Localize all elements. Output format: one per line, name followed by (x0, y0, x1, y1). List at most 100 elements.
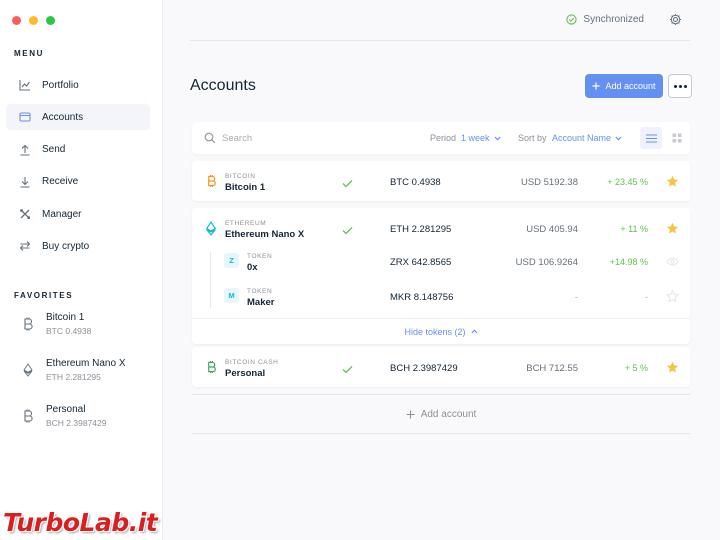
synced-check-icon (342, 222, 353, 240)
window-controls (12, 16, 55, 25)
token-balance: ZRX 642.8565 (390, 257, 452, 268)
sort-select[interactable]: Account Name (552, 133, 622, 143)
sync-status[interactable]: Synchronized (566, 14, 644, 25)
list-icon (645, 133, 657, 143)
account-countervalue: USD 405.94 (526, 224, 578, 235)
token-label: TOKEN (247, 288, 273, 295)
sidebar-item-label: Send (42, 144, 66, 156)
hide-tokens-label: Hide tokens (2) (404, 326, 466, 337)
star-icon[interactable] (666, 175, 679, 188)
page-title: Accounts (190, 77, 256, 94)
arrow-up-icon (19, 144, 31, 156)
token-balance: MKR 8.148756 (390, 292, 454, 303)
sidebar: MENU Portfolio Accounts Send Receive Man… (0, 0, 163, 540)
grid-view-toggle[interactable] (666, 127, 688, 149)
bitcoin-icon (20, 317, 36, 331)
sidebar-item-send[interactable]: Send (6, 137, 150, 163)
settings-button[interactable] (669, 13, 682, 31)
add-account-button-label: Add account (605, 81, 656, 91)
star-icon[interactable] (666, 222, 679, 235)
bitcoin-cash-icon (20, 409, 36, 423)
search-icon (204, 131, 216, 149)
account-card-personal[interactable]: BITCOIN CASH Personal BCH 2.3987429 BCH … (192, 347, 690, 387)
account-balance: BCH 2.3987429 (390, 363, 458, 374)
account-change: + 11 % (620, 224, 648, 234)
favorite-name: Bitcoin 1 (46, 312, 85, 323)
star-icon[interactable] (666, 361, 679, 374)
arrow-down-icon (19, 176, 31, 188)
ethereum-icon (20, 363, 36, 377)
account-row[interactable]: BITCOIN Bitcoin 1 BTC 0.4938 USD 5192.38… (192, 161, 690, 201)
favorite-balance: BTC 0.4938 (46, 326, 92, 336)
search-input[interactable] (222, 130, 372, 146)
sort-label: Sort by (518, 133, 547, 143)
watermark-logo: TurboLab.it (3, 508, 158, 537)
favorite-account-personal[interactable]: Personal BCH 2.3987429 (20, 403, 126, 449)
sidebar-item-portfolio[interactable]: Portfolio (6, 72, 150, 98)
sidebar-item-receive[interactable]: Receive (6, 169, 150, 195)
bitcoin-cash-icon (204, 360, 218, 374)
account-row[interactable]: BITCOIN CASH Personal BCH 2.3987429 BCH … (192, 347, 690, 387)
add-account-button[interactable]: Add account (585, 74, 663, 98)
token-name: 0x (247, 262, 258, 273)
list-view-toggle[interactable] (640, 127, 662, 149)
period-label: Period (430, 133, 457, 143)
account-name: Bitcoin 1 (225, 182, 266, 193)
account-card-bitcoin-1[interactable]: BITCOIN Bitcoin 1 BTC 0.4938 USD 5192.38… (192, 161, 690, 201)
token-badge-icon: Z (224, 253, 239, 268)
sidebar-item-accounts[interactable]: Accounts (6, 104, 150, 131)
exchange-icon (19, 240, 31, 252)
token-change: +14.98 % (609, 257, 648, 267)
token-change: - (645, 292, 648, 302)
grid-icon (672, 133, 682, 143)
tools-icon (19, 208, 31, 220)
sync-status-label: Synchronized (583, 14, 644, 25)
maximize-window-button[interactable] (46, 16, 55, 25)
dot-icon (683, 84, 687, 88)
account-currency: BITCOIN CASH (225, 359, 279, 366)
wallet-icon (19, 111, 31, 123)
add-account-link[interactable]: Add account (192, 394, 690, 434)
favorite-account-bitcoin-1[interactable]: Bitcoin 1 BTC 0.4938 (20, 311, 126, 357)
sidebar-item-label: Buy crypto (42, 240, 90, 252)
sidebar-item-buy-crypto[interactable]: Buy crypto (6, 233, 150, 259)
token-row-maker[interactable]: M TOKEN Maker MKR 8.148756 - - (192, 276, 690, 316)
hide-tokens-button[interactable]: Hide tokens (2) (192, 318, 690, 344)
more-options-button[interactable] (668, 74, 692, 98)
bitcoin-icon (204, 174, 218, 188)
token-countervalue: - (574, 292, 578, 303)
account-countervalue: USD 5192.38 (520, 177, 578, 188)
minimize-window-button[interactable] (29, 16, 38, 25)
account-balance: BTC 0.4938 (390, 177, 441, 188)
token-countervalue: USD 106.9264 (515, 257, 578, 268)
chevron-up-icon (470, 329, 478, 334)
period-select[interactable]: 1 week (461, 133, 501, 143)
favorites-section-title: FAVORITES (14, 291, 74, 300)
favorite-account-ethereum-nano-x[interactable]: Ethereum Nano X ETH 2.281295 (20, 357, 126, 403)
token-badge-icon: M (224, 288, 239, 303)
account-currency: ETHEREUM (225, 220, 267, 227)
close-window-button[interactable] (12, 16, 21, 25)
account-name: Ethereum Nano X (225, 229, 305, 240)
synced-check-icon (342, 175, 353, 193)
chart-line-icon (19, 79, 31, 91)
gear-icon (670, 14, 681, 25)
sidebar-item-label: Portfolio (42, 79, 79, 91)
period-select-value: 1 week (461, 133, 490, 143)
chevron-down-icon (493, 136, 501, 140)
plus-icon (406, 410, 415, 418)
token-row-0x[interactable]: Z TOKEN 0x ZRX 642.8565 USD 106.9264 +14… (192, 241, 690, 281)
sidebar-item-manager[interactable]: Manager (6, 201, 150, 227)
sidebar-item-label: Accounts (42, 111, 84, 123)
account-card-ethereum-nano-x[interactable]: ETHEREUM Ethereum Nano X ETH 2.281295 US… (192, 208, 690, 344)
add-account-link-label: Add account (420, 408, 477, 420)
sidebar-item-label: Receive (42, 176, 79, 188)
synced-check-icon (342, 361, 353, 379)
top-bar: Synchronized (190, 0, 690, 41)
favorite-name: Personal (46, 404, 86, 415)
menu-section-title: MENU (14, 49, 44, 58)
eye-icon[interactable] (666, 255, 679, 268)
filter-bar: Period 1 week Sort by Account Name (192, 122, 690, 154)
star-outline-icon[interactable] (665, 289, 680, 303)
ethereum-icon (204, 220, 218, 236)
